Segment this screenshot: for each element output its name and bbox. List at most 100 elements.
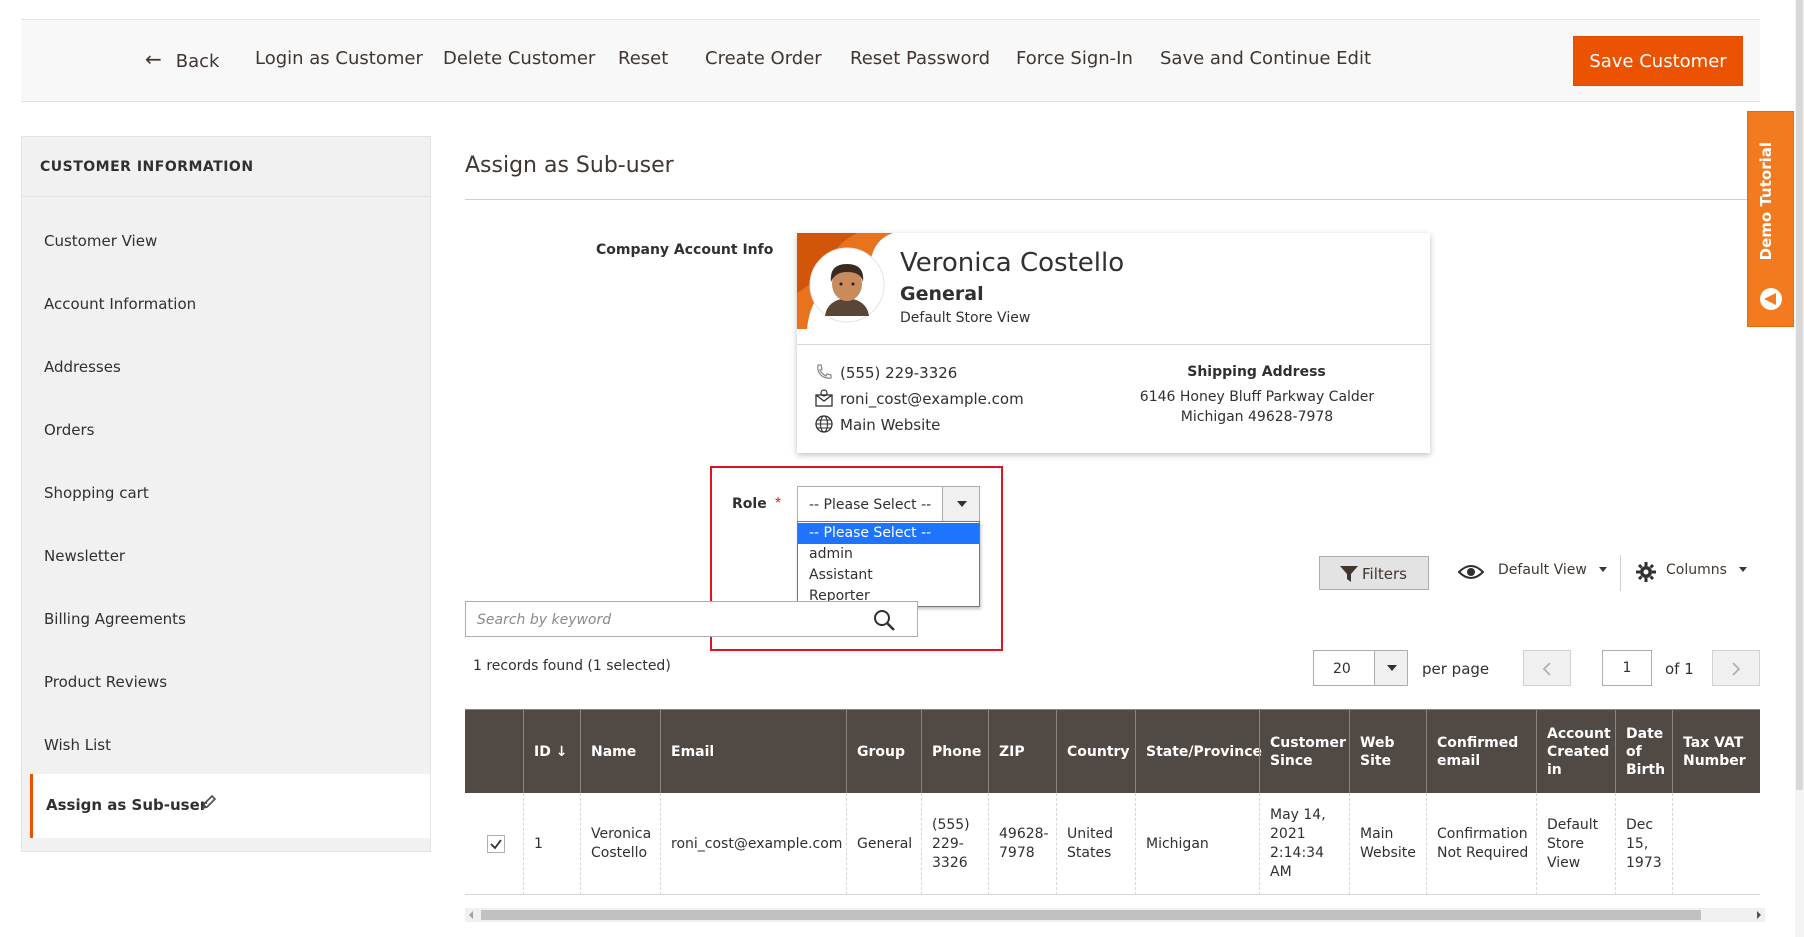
avatar bbox=[816, 255, 878, 317]
chevron-down-icon[interactable] bbox=[942, 487, 979, 521]
gear-icon bbox=[1636, 562, 1656, 582]
search-input[interactable]: Search by keyword bbox=[465, 601, 918, 637]
column-header-id[interactable]: ID ↓ bbox=[523, 710, 580, 794]
column-header-phone[interactable]: Phone bbox=[921, 710, 988, 794]
reset-button[interactable]: Reset bbox=[618, 48, 668, 69]
company-account-info-label: Company Account Info bbox=[596, 242, 774, 258]
column-header-select[interactable] bbox=[465, 710, 523, 794]
column-header-customer-since[interactable]: Customer Since bbox=[1259, 710, 1349, 794]
cell-name: Veronica Costello bbox=[580, 793, 660, 895]
column-header-email[interactable]: Email bbox=[660, 710, 846, 794]
cell-email: roni_cost@example.com bbox=[660, 793, 846, 895]
login-as-customer-button[interactable]: Login as Customer bbox=[255, 48, 423, 69]
sidebar-divider bbox=[22, 196, 430, 197]
column-header-website[interactable]: Web Site bbox=[1349, 710, 1426, 794]
pencil-icon bbox=[201, 794, 217, 810]
role-option-admin[interactable]: admin bbox=[798, 544, 979, 565]
demo-tutorial-tab[interactable]: Demo Tutorial bbox=[1747, 111, 1794, 327]
default-view-label: Default View bbox=[1498, 562, 1587, 578]
sidebar-item-shopping-cart[interactable]: Shopping cart bbox=[44, 484, 149, 502]
role-select[interactable]: -- Please Select -- bbox=[797, 486, 980, 522]
cell-phone: (555) 229-3326 bbox=[921, 793, 988, 895]
sidebar-item-wish-list[interactable]: Wish List bbox=[44, 736, 111, 754]
previous-page-button[interactable] bbox=[1523, 650, 1571, 686]
column-header-tax-vat[interactable]: Tax VAT Number bbox=[1672, 710, 1760, 794]
per-page-label: per page bbox=[1422, 660, 1490, 678]
columns-label: Columns bbox=[1666, 562, 1727, 578]
row-checkbox[interactable] bbox=[487, 835, 505, 853]
column-header-name[interactable]: Name bbox=[580, 710, 660, 794]
table-header-row: ID ↓ Name Email Group Phone ZIP Country … bbox=[465, 709, 1760, 794]
controls-divider bbox=[1620, 555, 1621, 591]
sidebar-item-newsletter[interactable]: Newsletter bbox=[44, 547, 125, 565]
search-icon[interactable] bbox=[872, 608, 896, 632]
scrollbar-thumb[interactable] bbox=[481, 910, 1701, 920]
demo-tutorial-label: Demo Tutorial bbox=[1757, 142, 1775, 261]
search-placeholder: Search by keyword bbox=[477, 612, 612, 628]
records-found-text: 1 records found (1 selected) bbox=[473, 658, 671, 674]
sidebar-item-assign-as-sub-user[interactable]: Assign as Sub-user bbox=[30, 774, 430, 838]
customer-phone: (555) 229-3326 bbox=[840, 364, 958, 382]
sidebar-item-product-reviews[interactable]: Product Reviews bbox=[44, 673, 167, 691]
arrow-left-icon: ← bbox=[145, 47, 162, 71]
required-mark: * bbox=[775, 495, 782, 512]
play-icon bbox=[1760, 288, 1782, 310]
role-label: Role bbox=[732, 496, 767, 512]
create-order-button[interactable]: Create Order bbox=[705, 48, 822, 69]
per-page-select[interactable]: 20 bbox=[1313, 650, 1408, 686]
per-page-value: 20 bbox=[1333, 661, 1351, 677]
column-header-date-of-birth[interactable]: Date of Birth bbox=[1615, 710, 1672, 794]
column-header-account-created-in[interactable]: Account Created in bbox=[1536, 710, 1615, 794]
caret-down-icon bbox=[1598, 567, 1607, 572]
default-view-dropdown[interactable]: Default View bbox=[1498, 562, 1607, 578]
filters-button[interactable]: Filters bbox=[1319, 556, 1429, 590]
column-header-zip[interactable]: ZIP bbox=[988, 710, 1056, 794]
shipping-address-line-1: 6146 Honey Bluff Parkway Calder bbox=[1139, 389, 1375, 405]
role-option-assistant[interactable]: Assistant bbox=[798, 565, 979, 586]
chevron-down-icon[interactable] bbox=[1374, 651, 1407, 685]
sidebar-item-addresses[interactable]: Addresses bbox=[44, 358, 121, 376]
scroll-right-arrow[interactable] bbox=[1757, 911, 1761, 919]
delete-customer-button[interactable]: Delete Customer bbox=[443, 48, 595, 69]
next-page-button[interactable] bbox=[1712, 650, 1760, 686]
columns-dropdown[interactable]: Columns bbox=[1666, 562, 1747, 578]
cell-tax-vat bbox=[1672, 793, 1760, 895]
cell-id: 1 bbox=[523, 793, 580, 895]
shipping-address-heading: Shipping Address bbox=[1187, 364, 1326, 380]
customer-store-view: Default Store View bbox=[900, 310, 1031, 326]
page-number-input[interactable]: 1 bbox=[1602, 650, 1652, 686]
scrollbar-thumb[interactable] bbox=[1796, 0, 1803, 790]
customer-group: General bbox=[900, 283, 984, 305]
cell-customer-since: May 14, 2021 2:14:34 AM bbox=[1259, 793, 1349, 895]
table-row[interactable]: 1 Veronica Costello roni_cost@example.co… bbox=[465, 793, 1760, 895]
cell-confirmed-email: Confirmation Not Required bbox=[1426, 793, 1536, 895]
phone-icon bbox=[817, 364, 832, 379]
row-select-cell bbox=[465, 793, 523, 895]
column-header-group[interactable]: Group bbox=[846, 710, 921, 794]
column-header-confirmed-email[interactable]: Confirmed email bbox=[1426, 710, 1536, 794]
sidebar-item-billing-agreements[interactable]: Billing Agreements bbox=[44, 610, 186, 628]
page-title: Assign as Sub-user bbox=[465, 153, 674, 178]
sidebar-item-orders[interactable]: Orders bbox=[44, 421, 94, 439]
cell-zip: 49628-7978 bbox=[988, 793, 1056, 895]
back-button[interactable]: ← Back bbox=[145, 47, 219, 72]
save-and-continue-button[interactable]: Save and Continue Edit bbox=[1160, 48, 1371, 69]
cell-country: United States bbox=[1056, 793, 1135, 895]
reset-password-button[interactable]: Reset Password bbox=[850, 48, 990, 69]
cell-website: Main Website bbox=[1349, 793, 1426, 895]
vertical-scrollbar[interactable] bbox=[1795, 0, 1804, 937]
column-header-state[interactable]: State/Province bbox=[1135, 710, 1262, 794]
force-sign-in-button[interactable]: Force Sign-In bbox=[1016, 48, 1133, 69]
cell-date-of-birth: Dec 15, 1973 bbox=[1615, 793, 1672, 895]
sidebar-item-account-information[interactable]: Account Information bbox=[44, 295, 196, 313]
role-selected-value: -- Please Select -- bbox=[809, 497, 932, 513]
customer-card: Veronica Costello General Default Store … bbox=[797, 233, 1430, 453]
customer-email: roni_cost@example.com bbox=[840, 390, 1024, 408]
column-header-country[interactable]: Country bbox=[1056, 710, 1135, 794]
save-customer-button[interactable]: Save Customer bbox=[1573, 36, 1743, 86]
customers-grid: ID ↓ Name Email Group Phone ZIP Country … bbox=[465, 709, 1760, 896]
role-option-please-select[interactable]: -- Please Select -- bbox=[798, 523, 979, 544]
sidebar-item-customer-view[interactable]: Customer View bbox=[44, 232, 157, 250]
horizontal-scrollbar[interactable] bbox=[465, 908, 1765, 922]
scroll-left-arrow[interactable] bbox=[469, 911, 473, 919]
